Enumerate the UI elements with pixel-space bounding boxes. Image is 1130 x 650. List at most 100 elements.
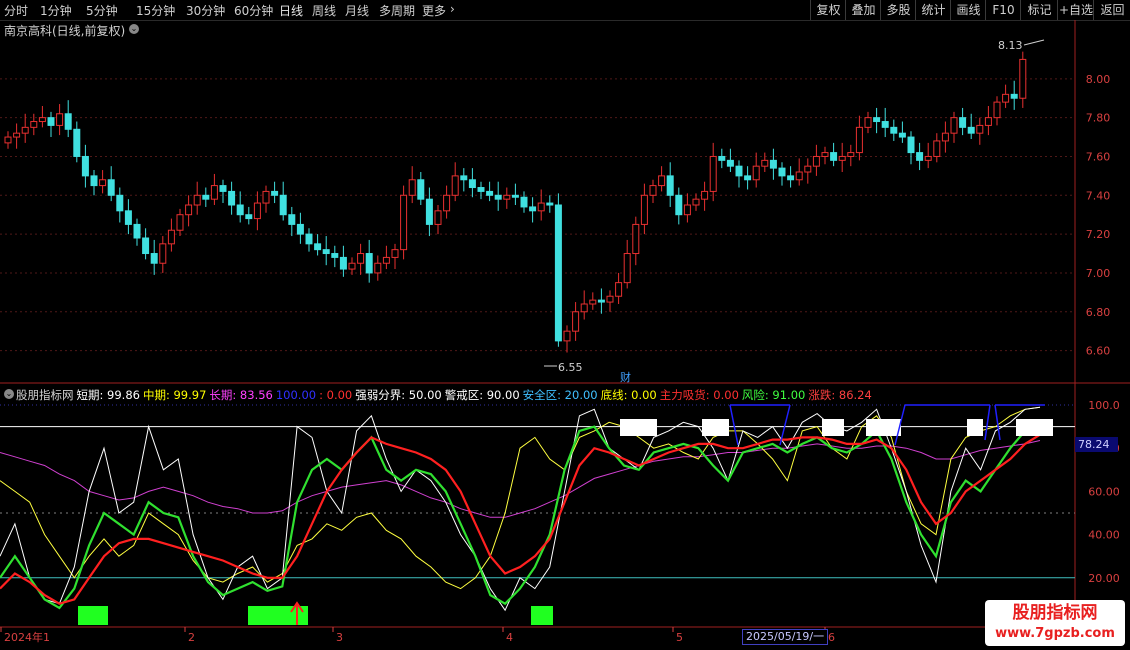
candle-body-66 [572,311,580,332]
candle-body-67 [580,303,588,313]
candle-body-71 [615,282,623,297]
candle-body-95 [821,152,829,157]
candle-body-81 [701,190,709,200]
candle-body-26 [228,190,236,206]
tab-2[interactable]: 5分钟 [86,2,118,19]
candle-body-12 [107,179,115,196]
tab-6[interactable]: 日线 [279,2,303,19]
tab-10[interactable]: 更多 [422,2,446,19]
toolbar-button-5[interactable]: F10 [985,0,1021,20]
candle-body-13 [116,194,124,212]
chevron-right-icon[interactable]: › [450,2,455,16]
tab-4[interactable]: 30分钟 [186,2,225,19]
toolbar-button-0[interactable]: 复权 [810,0,846,20]
tab-5[interactable]: 60分钟 [234,2,273,19]
candle-body-61 [529,206,537,212]
tab-7[interactable]: 周线 [312,2,336,19]
toolbar-button-1[interactable]: 叠加 [845,0,881,20]
watermark-line1: 股朋指标网 [1012,603,1098,623]
candle-body-62 [537,202,545,212]
price-tick-2: 7.60 [1086,150,1111,163]
ind-tick-3: 40.00 [1088,529,1120,542]
accumulation-block-1 [248,606,308,625]
candle-body-41 [357,253,365,264]
price-tick-4: 7.20 [1086,228,1111,241]
tab-9[interactable]: 多周期 [379,2,415,19]
stock-title: 南京高科(日线,前复权) [4,24,126,38]
long-line [0,440,1041,518]
price-tick-1: 7.80 [1086,112,1111,125]
watermark: 股朋指标网 www.7gpzb.com [985,600,1125,646]
blue-segment-6 [984,404,991,441]
tab-3[interactable]: 15分钟 [136,2,175,19]
toolbar-button-7[interactable]: +自选 [1057,0,1094,20]
candle-body-59 [511,194,519,198]
candle-body-43 [374,262,382,274]
candle-body-10 [90,175,98,187]
candle-body-21 [185,204,193,216]
candle-body-76 [658,175,666,187]
candle-body-30 [262,190,270,204]
toolbar-button-3[interactable]: 统计 [915,0,951,20]
candle-body-83 [718,155,726,161]
candle-body-53 [460,175,468,181]
candle-body-15 [133,223,141,239]
candle-body-94 [812,155,820,167]
toolbar-button-2[interactable]: 多股 [880,0,916,20]
indicator-item-1: 中期: 99.97 [142,388,207,402]
toolbar-button-4[interactable]: 画线 [950,0,986,20]
candle-body-0 [4,136,12,144]
candle-body-52 [451,175,459,196]
candle-body-68 [589,299,597,305]
candle-body-42 [365,253,373,274]
watermark-line2: www.7gpzb.com [995,626,1115,641]
price-tick-3: 7.40 [1086,189,1111,202]
tab-0[interactable]: 分时 [4,2,28,19]
price-tick-5: 7.00 [1086,267,1111,280]
candle-body-27 [236,204,244,216]
candle-body-90 [778,167,786,177]
indicator-item-0: 短期: 99.86 [76,388,140,402]
candle-body-44 [382,256,390,264]
candle-body-2 [21,126,29,134]
indicator-item-6: 警戒区: 90.00 [444,388,520,402]
price-tick-6: 6.80 [1086,306,1111,319]
indicator-item-7: 安全区: 20.00 [522,388,598,402]
blue-segment-3 [729,404,739,446]
candle-body-107 [924,155,932,161]
candle-body-86 [744,175,752,181]
candle-body-70 [606,295,614,303]
candle-body-97 [838,155,846,161]
red-arrow-head-icon [290,601,304,613]
candle-body-106 [916,152,924,161]
candle-body-72 [623,253,631,284]
candle-body-19 [167,229,175,245]
candle-body-114 [984,117,992,126]
candle-body-48 [417,179,425,200]
candle-body-73 [632,223,640,255]
tab-8[interactable]: 月线 [345,2,369,19]
candle-body-7 [64,113,72,130]
candle-body-96 [830,152,838,161]
indicator-item-10: 风险: 91.00 [741,388,806,402]
warning-block-4 [967,419,983,436]
candle-body-24 [210,185,218,200]
tab-1[interactable]: 1分钟 [40,2,72,19]
candle-body-38 [331,253,339,258]
blue-segment-7 [994,404,1001,441]
candle-body-58 [503,194,511,200]
indicator-dropdown-icon[interactable]: ⌄ [4,389,14,399]
candle-body-31 [271,190,279,196]
candle-body-80 [692,198,700,206]
candle-body-14 [124,210,132,225]
warning-block-1 [702,419,729,436]
candle-body-87 [752,165,760,181]
indicator-item-4: : 0.00 [319,388,353,402]
candle-body-45 [391,249,399,258]
dropdown-icon[interactable]: ⌄ [129,24,139,34]
candle-body-75 [649,185,657,196]
indicator-item-5: 强弱分界: 50.00 [355,388,442,402]
toolbar-button-8[interactable]: 返回 [1093,0,1130,20]
x-label-4: 5 [676,631,683,644]
toolbar-button-6[interactable]: 标记 [1020,0,1058,20]
